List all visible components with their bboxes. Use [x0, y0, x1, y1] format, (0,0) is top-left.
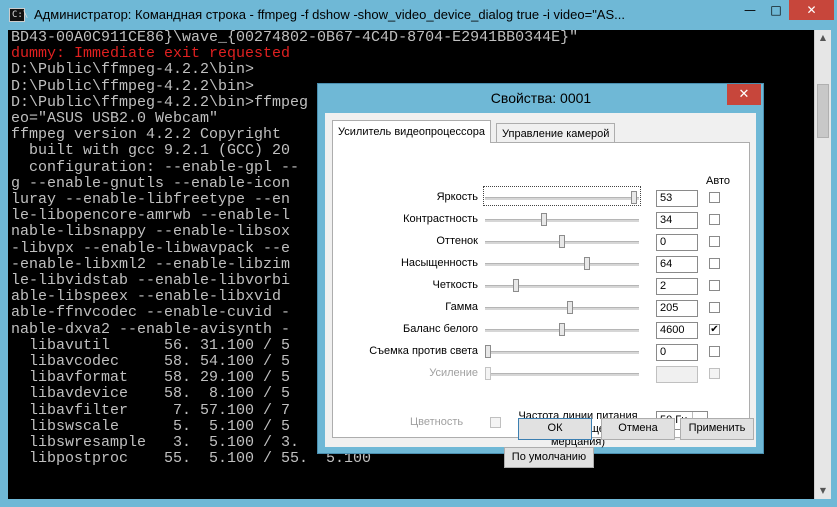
auto-header: Авто: [706, 175, 730, 187]
auto-checkbox[interactable]: ✔: [709, 324, 720, 335]
slider-thumb[interactable]: [540, 213, 547, 226]
property-label: Насыщенность: [400, 257, 478, 269]
auto-checkbox[interactable]: [709, 214, 720, 225]
properties-dialog: Свойства: 0001 ✕ Усилитель видеопроцессо…: [317, 83, 764, 468]
console-scrollbar[interactable]: ▲ ▼: [814, 30, 831, 499]
scroll-thumb[interactable]: [817, 84, 829, 138]
close-button[interactable]: ✕: [789, 0, 834, 20]
auto-checkbox[interactable]: [709, 302, 720, 313]
slider-track: [485, 263, 639, 266]
slider-thumb[interactable]: [485, 345, 492, 358]
property-value-field[interactable]: 0: [656, 344, 698, 361]
slider-thumb[interactable]: [583, 257, 590, 270]
slider-thumb[interactable]: [559, 235, 565, 248]
cancel-button[interactable]: Отмена: [601, 418, 675, 440]
defaults-button[interactable]: По умолчанию: [504, 447, 594, 468]
property-value-field[interactable]: 4600: [656, 322, 698, 339]
dialog-close-button[interactable]: ✕: [727, 84, 761, 105]
console-icon-glyph: C:\: [12, 10, 29, 20]
property-label: Усиление: [429, 367, 478, 379]
tab-panel: Авто Яркость 53 Контрастность 34 Оттенок 0 Нас…: [332, 142, 750, 468]
property-label: Яркость: [436, 191, 478, 203]
console-line: BD43-00A0C911CE86}\wave_{00274802-0B67-4…: [11, 30, 579, 46]
tab-video-proc-amp[interactable]: Усилитель видеопроцессора: [332, 120, 491, 143]
property-slider[interactable]: [485, 254, 639, 274]
maximize-button[interactable]: □: [763, 0, 789, 20]
slider-track: [485, 285, 639, 288]
slider-track: [485, 307, 639, 310]
property-slider[interactable]: [485, 342, 639, 362]
check-icon: ✔: [710, 324, 719, 335]
property-label: Съемка против света: [369, 345, 478, 357]
auto-checkbox[interactable]: [709, 346, 720, 357]
property-value-field[interactable]: 34: [656, 212, 698, 229]
slider-thumb: [485, 367, 492, 380]
property-slider[interactable]: [485, 320, 639, 340]
property-slider[interactable]: [485, 210, 639, 230]
console-line: D:\Public\ffmpeg-4.2.2\bin>: [11, 61, 255, 79]
property-value-field[interactable]: 2: [656, 278, 698, 295]
minimize-button[interactable]: —: [737, 0, 763, 20]
console-title: Администратор: Командная строка - ffmpeg…: [34, 7, 625, 22]
scroll-down-arrow-icon[interactable]: ▼: [815, 483, 831, 499]
property-value-field: [656, 366, 698, 383]
scroll-up-arrow-icon[interactable]: ▲: [815, 30, 831, 46]
slider-track: [485, 219, 639, 222]
apply-button[interactable]: Применить: [680, 418, 754, 440]
property-value-field[interactable]: 0: [656, 234, 698, 251]
console-icon: C:\: [9, 8, 29, 22]
property-slider: [485, 364, 639, 384]
auto-checkbox[interactable]: [709, 280, 720, 291]
property-slider[interactable]: [485, 232, 639, 252]
property-label: Оттенок: [436, 235, 478, 247]
property-label: Четкость: [432, 279, 478, 291]
property-label: Гамма: [445, 301, 478, 313]
console-line: dummy: Immediate exit requested: [11, 45, 291, 63]
slider-track: [485, 373, 639, 376]
slider-thumb[interactable]: [559, 323, 565, 336]
property-value-field[interactable]: 64: [656, 256, 698, 273]
color-enable-checkbox[interactable]: [490, 417, 501, 428]
console-titlebar[interactable]: C:\ Администратор: Командная строка - ff…: [0, 0, 837, 30]
property-value-field[interactable]: 53: [656, 190, 698, 207]
ok-button[interactable]: ОК: [518, 418, 592, 440]
dialog-title: Свойства: 0001: [490, 90, 592, 106]
color-enable-label: Цветность: [410, 416, 464, 428]
auto-checkbox[interactable]: [709, 258, 720, 269]
dialog-client: Усилитель видеопроцессора Управление кам…: [325, 113, 756, 468]
auto-checkbox: [709, 368, 720, 379]
slider-thumb[interactable]: [566, 301, 573, 314]
property-label: Баланс белого: [403, 323, 478, 335]
property-slider[interactable]: [485, 276, 639, 296]
tab-camera-control[interactable]: Управление камерой: [496, 123, 616, 143]
property-label: Контрастность: [403, 213, 478, 225]
slider-thumb[interactable]: [512, 279, 519, 292]
auto-checkbox[interactable]: [709, 192, 720, 203]
slider-focus-rect: [483, 186, 641, 206]
auto-checkbox[interactable]: [709, 236, 720, 247]
slider-track: [485, 351, 639, 354]
property-slider[interactable]: [485, 298, 639, 318]
property-value-field[interactable]: 205: [656, 300, 698, 317]
